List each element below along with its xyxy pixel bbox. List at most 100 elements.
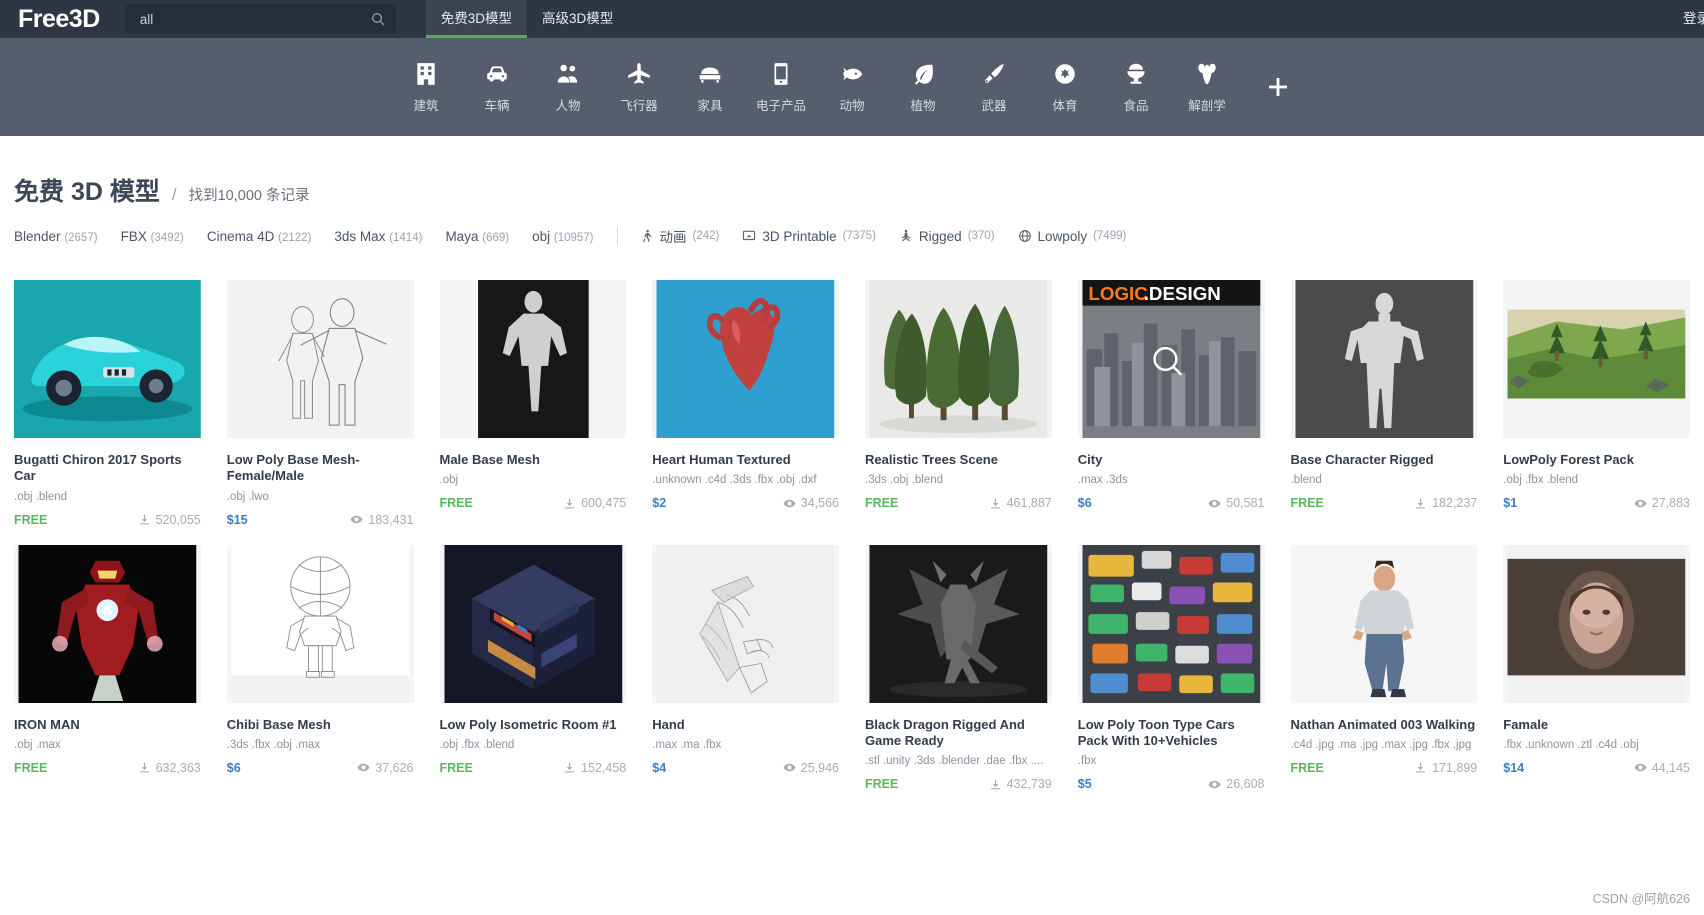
model-thumbnail[interactable]: [652, 544, 839, 703]
tab-premium-3d-models[interactable]: 高级3D模型: [527, 0, 628, 38]
category-label: 食品: [1123, 98, 1149, 113]
model-thumbnail[interactable]: [652, 280, 839, 438]
model-thumbnail[interactable]: [14, 544, 201, 703]
category-electronics[interactable]: 电子产品: [746, 61, 817, 114]
model-thumbnail[interactable]: [1290, 280, 1478, 438]
thumbnail-image-nathan: [1295, 544, 1473, 703]
tab-free-3d-models[interactable]: 免费3D模型: [425, 0, 528, 38]
model-card[interactable]: Nathan Animated 003 Walking .c4d .jpg .m…: [1290, 544, 1478, 792]
model-thumbnail[interactable]: [1503, 544, 1690, 703]
model-stat: 171,899: [1414, 761, 1477, 775]
model-card[interactable]: Low Poly Isometric Room #1 .obj .fbx .bl…: [439, 544, 627, 792]
category-aircraft[interactable]: 飞行器: [604, 61, 675, 114]
model-stat: 27,883: [1634, 496, 1690, 510]
model-meta: FREE 461,887: [865, 496, 1052, 510]
model-title: IRON MAN: [14, 716, 80, 732]
model-stat-value: 34,566: [800, 496, 839, 511]
filter-rigged[interactable]: Rigged (370): [899, 229, 995, 244]
model-price: FREE: [1290, 760, 1324, 775]
category-animals[interactable]: 动物: [817, 61, 888, 114]
model-price: $1: [1503, 496, 1518, 511]
furniture-icon: [699, 67, 721, 83]
model-card[interactable]: Low Poly Base Mesh-Female/Male .obj .lwo…: [226, 280, 414, 527]
model-title: Hand: [652, 716, 685, 732]
model-price: FREE: [865, 496, 899, 511]
filter-3d-printable[interactable]: 3D Printable (7375): [742, 229, 876, 244]
model-thumbnail[interactable]: [439, 544, 627, 703]
search-input[interactable]: [139, 11, 370, 27]
model-formats: .obj: [439, 474, 459, 487]
model-card[interactable]: LowPoly Forest Pack .obj .fbx .blend $1 …: [1503, 280, 1690, 527]
model-formats: .obj .fbx .blend: [439, 738, 515, 751]
model-stat-value: 183,431: [368, 512, 414, 527]
model-stat-value: 632,363: [155, 760, 201, 775]
model-card[interactable]: Heart Human Textured .unknown .c4d .3ds …: [652, 280, 839, 527]
model-card[interactable]: Hand .max .ma .fbx $4 25,946: [652, 544, 839, 792]
category-plants[interactable]: 植物: [888, 61, 959, 114]
model-card[interactable]: LOGIC .DESIGN City .max .3ds $6 50,581: [1077, 280, 1265, 527]
category-architecture[interactable]: 建筑: [391, 61, 462, 114]
model-thumbnail[interactable]: [865, 280, 1052, 438]
model-price: $6: [1077, 496, 1092, 511]
filter-label: obj: [532, 228, 551, 244]
model-stat: 632,363: [138, 761, 201, 775]
filter-3dsmax[interactable]: 3ds Max (1414): [334, 229, 422, 244]
model-card[interactable]: Chibi Base Mesh .3ds .fbx .obj .max $6 3…: [226, 544, 414, 792]
site-logo[interactable]: Free3D: [0, 0, 118, 38]
thumbnail-image-isoroom: [444, 544, 622, 703]
model-card[interactable]: Black Dragon Rigged And Game Ready .stl …: [865, 544, 1052, 791]
model-card[interactable]: IRON MAN .obj .max FREE 632,363: [14, 544, 201, 792]
model-card[interactable]: Base Character Rigged .blend FREE 182,23…: [1290, 280, 1478, 527]
ball-icon: [1055, 63, 1075, 84]
thumbnail-image-cars: [1082, 544, 1260, 703]
category-furniture[interactable]: 家具: [675, 61, 746, 114]
filter-label: 3D Printable: [762, 228, 837, 244]
download-icon: [1416, 498, 1425, 509]
model-formats: .3ds .fbx .obj .max: [226, 738, 321, 751]
category-weapons[interactable]: 武器: [959, 61, 1030, 114]
top-navigation-bar: Free3D 免费3D模型 高级3D模型 登录: [0, 0, 1704, 38]
category-vehicles[interactable]: 车辆: [462, 61, 533, 114]
filter-cinema4d[interactable]: Cinema 4D (2122): [207, 229, 312, 244]
filter-obj[interactable]: obj (10957): [532, 229, 593, 244]
model-formats: .fbx: [1077, 755, 1097, 767]
model-card[interactable]: Low Poly Toon Type Cars Pack With 10+Veh…: [1077, 544, 1265, 791]
filter-label: Rigged: [918, 228, 962, 244]
model-card[interactable]: Famale .fbx .unknown .ztl .c4d .obj $14 …: [1503, 544, 1690, 792]
model-title: Nathan Animated 003 Walking: [1290, 716, 1476, 732]
model-card[interactable]: Male Base Mesh .obj FREE 600,475: [439, 280, 627, 527]
model-stat-value: 50,581: [1226, 496, 1265, 511]
thumbnail-image-male-base: [444, 280, 622, 438]
filter-blender[interactable]: Blender (2657): [14, 229, 98, 244]
filter-animated[interactable]: 动画 (242): [640, 226, 719, 246]
category-characters[interactable]: 人物: [533, 61, 604, 114]
category-food[interactable]: 食品: [1101, 61, 1172, 114]
category-more-button[interactable]: [1243, 75, 1314, 99]
category-sports[interactable]: 体育: [1030, 61, 1101, 114]
model-card[interactable]: Realistic Trees Scene .3ds .obj .blend F…: [865, 280, 1052, 527]
filter-fbx[interactable]: FBX (3492): [121, 229, 184, 244]
model-title: Low Poly Isometric Room #1: [439, 716, 617, 732]
model-thumbnail[interactable]: [439, 280, 627, 438]
search-icon[interactable]: [370, 11, 386, 27]
filter-lowpoly[interactable]: Lowpoly (7499): [1018, 229, 1126, 244]
model-thumbnail[interactable]: [1503, 280, 1690, 438]
filter-maya[interactable]: Maya (669): [445, 229, 509, 244]
model-formats: .obj .fbx .blend: [1503, 474, 1579, 487]
model-thumbnail[interactable]: [226, 280, 414, 438]
search-box[interactable]: [125, 4, 396, 34]
model-formats: .blend: [1290, 474, 1322, 487]
model-thumbnail[interactable]: [14, 280, 201, 438]
model-stat-value: 171,899: [1432, 760, 1478, 775]
plus-icon: [1269, 78, 1287, 96]
login-link[interactable]: 登录: [1683, 0, 1704, 38]
category-label: 植物: [910, 98, 936, 113]
model-thumbnail[interactable]: LOGIC .DESIGN: [1077, 280, 1265, 438]
category-anatomy[interactable]: 解剖学: [1172, 61, 1243, 114]
model-card[interactable]: Bugatti Chiron 2017 Sports Car .obj .ble…: [14, 280, 201, 527]
model-thumbnail[interactable]: [1077, 544, 1265, 703]
model-stat-value: 26,608: [1226, 777, 1265, 791]
model-thumbnail[interactable]: [865, 544, 1052, 703]
model-thumbnail[interactable]: [1290, 544, 1478, 703]
model-thumbnail[interactable]: [226, 544, 414, 703]
